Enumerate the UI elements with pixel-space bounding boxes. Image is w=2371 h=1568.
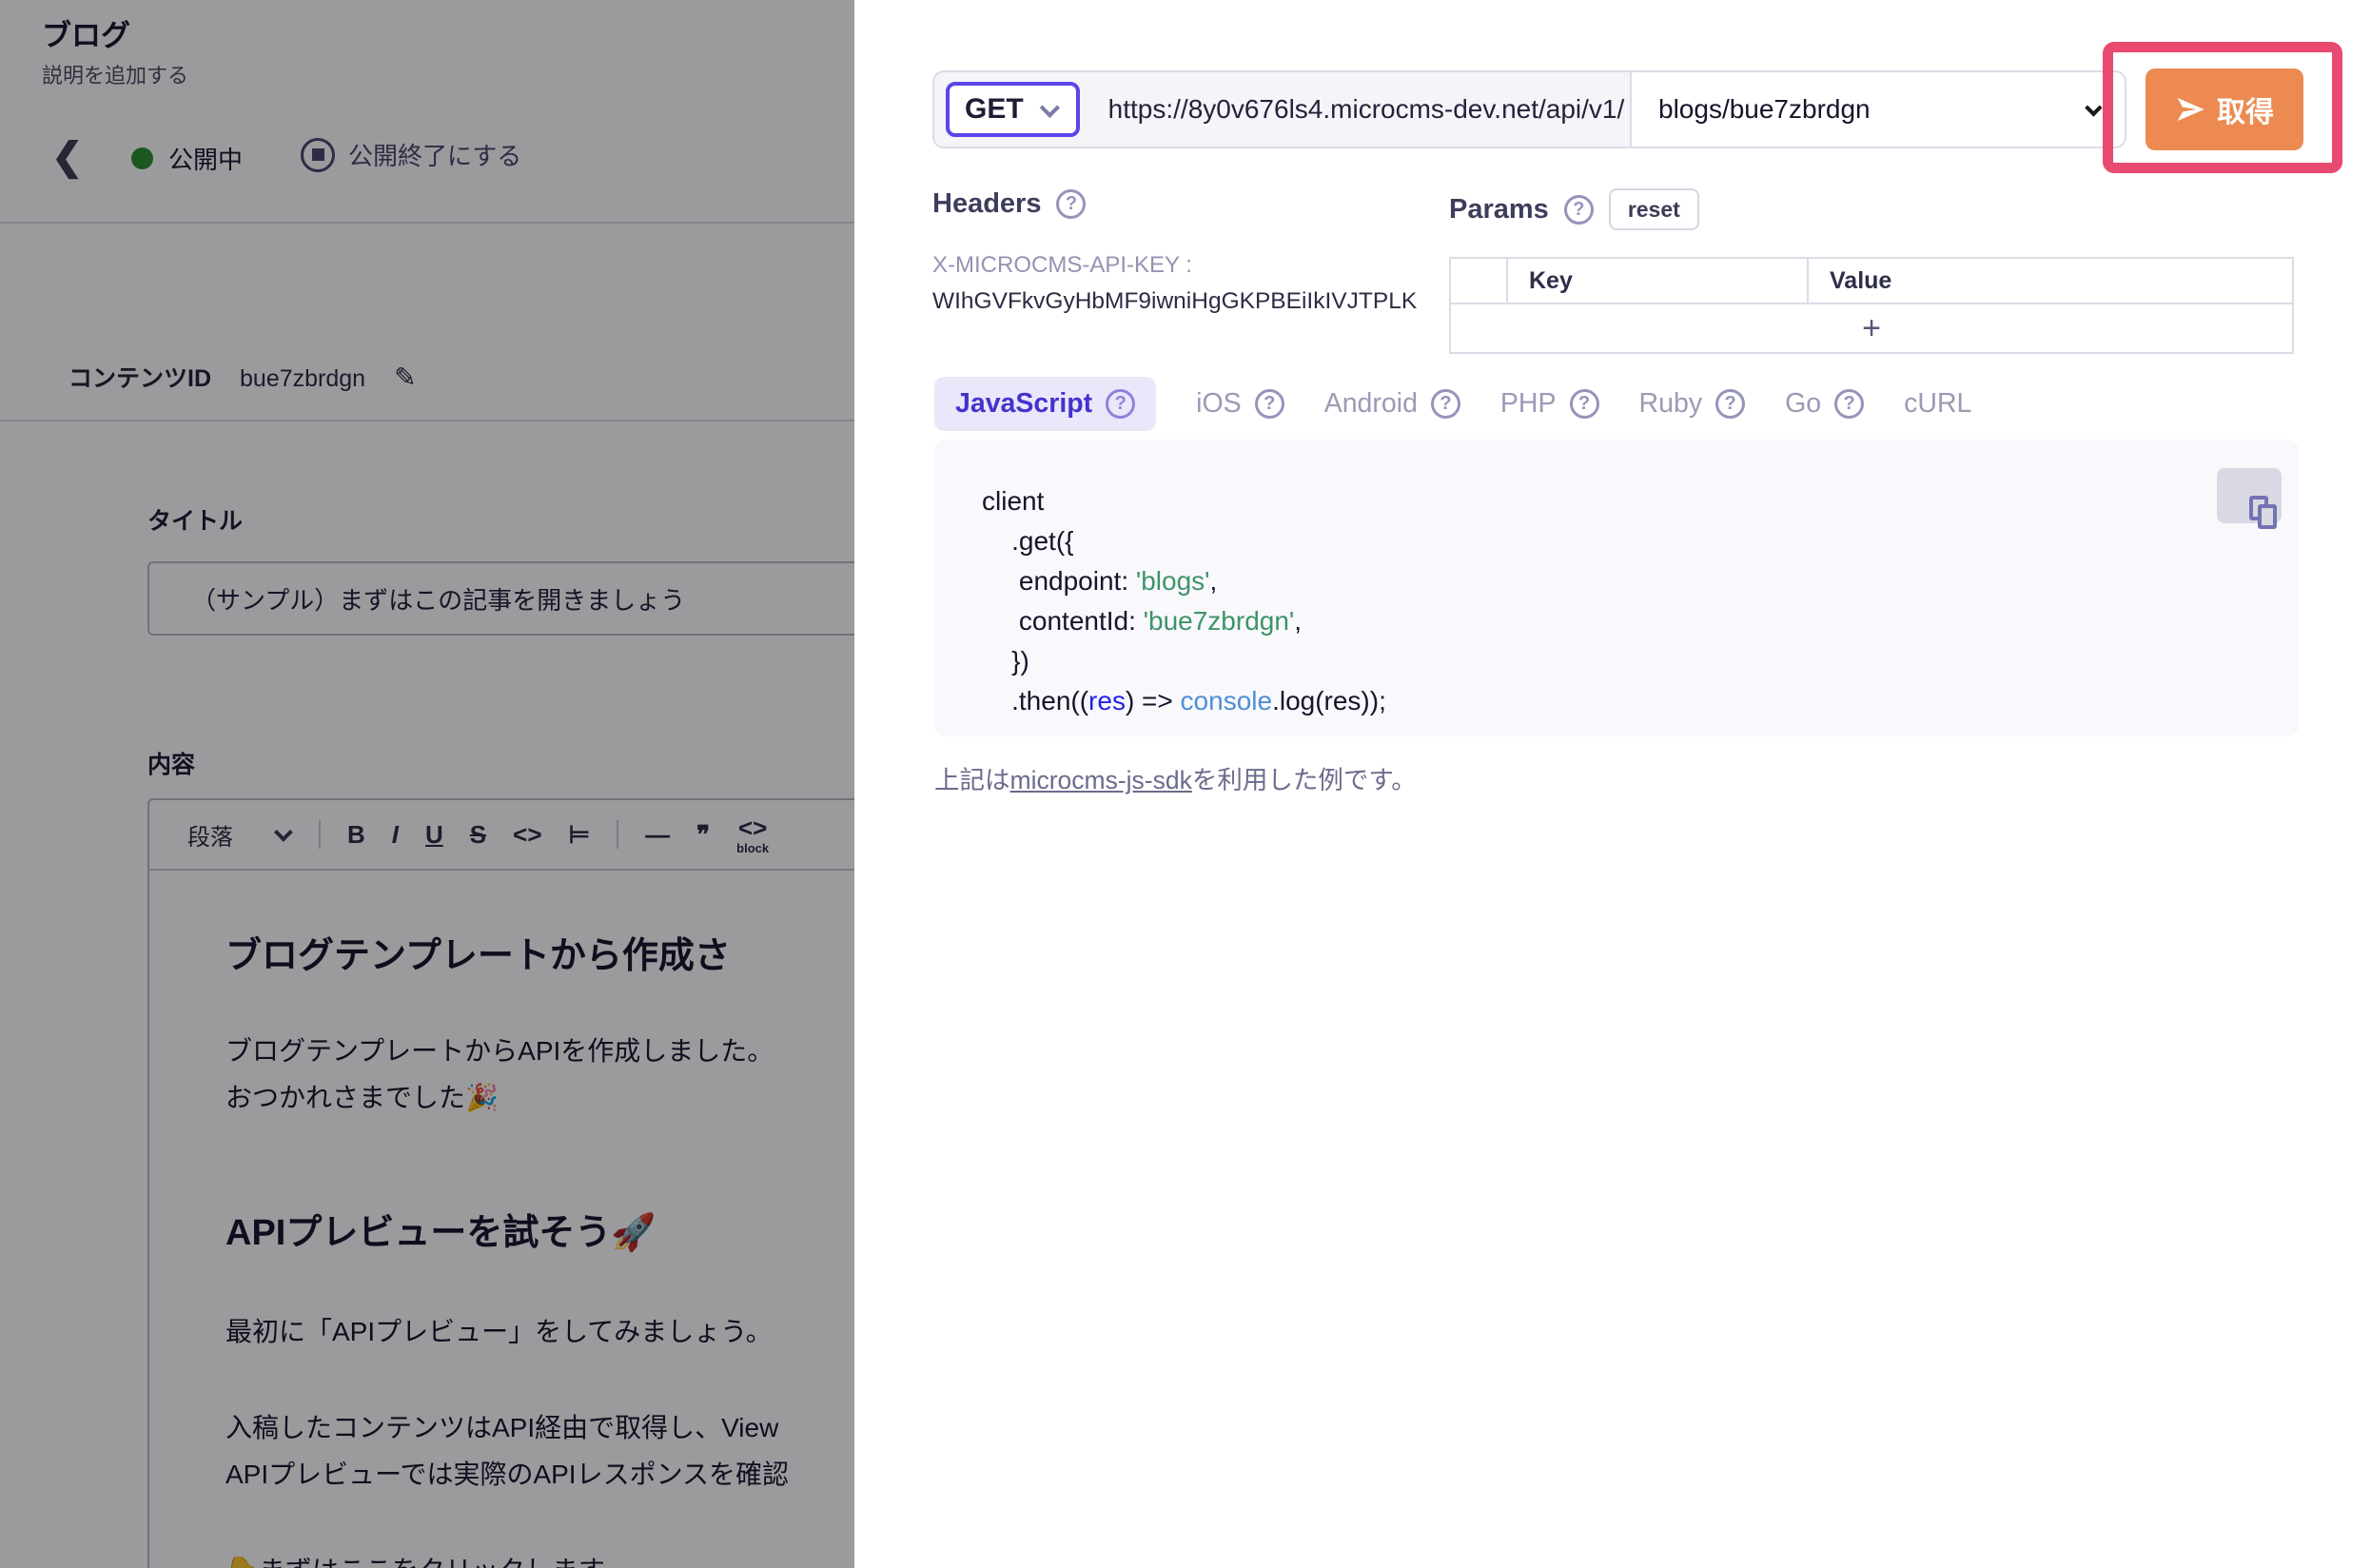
code-line: endpoint: 'blogs',	[982, 561, 2299, 601]
params-table-header: Key Value	[1451, 259, 2292, 304]
question-circle-icon[interactable]: ?	[1715, 389, 1745, 419]
microcms-screen: ブログ 説明を追加する ❮ 公開中 公開終了にする コンテンツID bue7zb…	[0, 0, 2371, 1568]
request-url-bar: GET https://8y0v676ls4.microcms-dev.net/…	[932, 70, 2126, 148]
tab-ios[interactable]: iOS?	[1196, 388, 1284, 420]
sdk-note-prefix: 上記は	[934, 766, 1010, 794]
fetch-button-label: 取得	[2217, 88, 2274, 130]
api-preview-panel: GET https://8y0v676ls4.microcms-dev.net/…	[854, 0, 2371, 1568]
question-circle-icon[interactable]: ?	[1431, 389, 1460, 419]
copy-code-button[interactable]	[2217, 468, 2282, 523]
code-line: .then((res) => console.log(res));	[982, 681, 2299, 721]
endpoint-select[interactable]: blogs/bue7zbrdgn	[1630, 72, 2125, 147]
method-select[interactable]: GET	[946, 82, 1080, 137]
tab-label: cURL	[1904, 388, 1971, 420]
tab-android[interactable]: Android?	[1324, 388, 1460, 420]
tab-ruby[interactable]: Ruby?	[1639, 388, 1746, 420]
tab-label: JavaScript	[955, 388, 1092, 420]
sdk-note-suffix: を利用した例です。	[1192, 766, 1417, 794]
params-table: Key Value +	[1449, 257, 2294, 354]
tab-label: iOS	[1196, 388, 1242, 420]
question-circle-icon[interactable]: ?	[1106, 389, 1135, 419]
sdk-link[interactable]: microcms-js-sdk	[1010, 766, 1192, 794]
tab-javascript[interactable]: JavaScript?	[934, 377, 1156, 431]
code-sample-block: client .get({ endpoint: 'blogs', content…	[934, 440, 2299, 736]
tab-label: Ruby	[1639, 388, 1703, 420]
send-icon	[2175, 94, 2205, 125]
content-editor-pane: ブログ 説明を追加する ❮ 公開中 公開終了にする コンテンツID bue7zb…	[0, 0, 854, 1568]
modal-backdrop[interactable]	[0, 0, 854, 1568]
language-tabs: JavaScript?iOS?Android?PHP?Ruby?Go?cURL	[934, 377, 1971, 431]
code-line: contentId: 'bue7zbrdgn',	[982, 601, 2299, 641]
sdk-note: 上記はmicrocms-js-sdkを利用した例です。	[934, 759, 1417, 796]
api-key-name: X-MICROCMS-API-KEY :	[932, 252, 1417, 279]
tab-label: PHP	[1500, 388, 1557, 420]
headers-section: Headers ? X-MICROCMS-API-KEY : WIhGVFkvG…	[932, 188, 1417, 315]
request-url-row: GET https://8y0v676ls4.microcms-dev.net/…	[932, 69, 2303, 150]
tab-curl[interactable]: cURL	[1904, 388, 1971, 420]
params-section: Params ? reset Key Value +	[1449, 188, 2294, 354]
question-circle-icon[interactable]: ?	[1056, 189, 1086, 219]
question-circle-icon[interactable]: ?	[1255, 389, 1284, 419]
method-value: GET	[965, 93, 1024, 126]
params-value-header: Value	[1830, 267, 1891, 295]
plus-icon: +	[1862, 310, 1881, 347]
tab-label: Go	[1785, 388, 1821, 420]
code-line: })	[982, 641, 2299, 681]
chevron-down-icon	[1039, 97, 1059, 117]
code-sample: client .get({ endpoint: 'blogs', content…	[934, 440, 2299, 721]
endpoint-value: blogs/bue7zbrdgn	[1658, 94, 1871, 125]
code-line: client	[982, 481, 2299, 521]
base-url-text: https://8y0v676ls4.microcms-dev.net/api/…	[1080, 94, 1630, 125]
params-checkbox-column	[1451, 259, 1508, 303]
question-circle-icon[interactable]: ?	[1834, 389, 1864, 419]
params-key-header: Key	[1529, 267, 1573, 295]
code-line: .get({	[982, 521, 2299, 561]
params-title: Params	[1449, 194, 1549, 225]
tab-label: Android	[1324, 388, 1418, 420]
question-circle-icon[interactable]: ?	[1570, 389, 1599, 419]
chevron-down-icon	[2085, 99, 2102, 116]
tab-php[interactable]: PHP?	[1500, 388, 1599, 420]
params-add-row[interactable]: +	[1451, 304, 2292, 352]
tab-go[interactable]: Go?	[1785, 388, 1864, 420]
fetch-button[interactable]: 取得	[2146, 69, 2303, 150]
question-circle-icon[interactable]: ?	[1564, 195, 1594, 225]
headers-title: Headers	[932, 188, 1041, 220]
params-reset-button[interactable]: reset	[1609, 188, 1699, 230]
api-key-value: WIhGVFkvGyHbMF9iwniHgGKPBEiIkIVJTPLK	[932, 288, 1417, 315]
